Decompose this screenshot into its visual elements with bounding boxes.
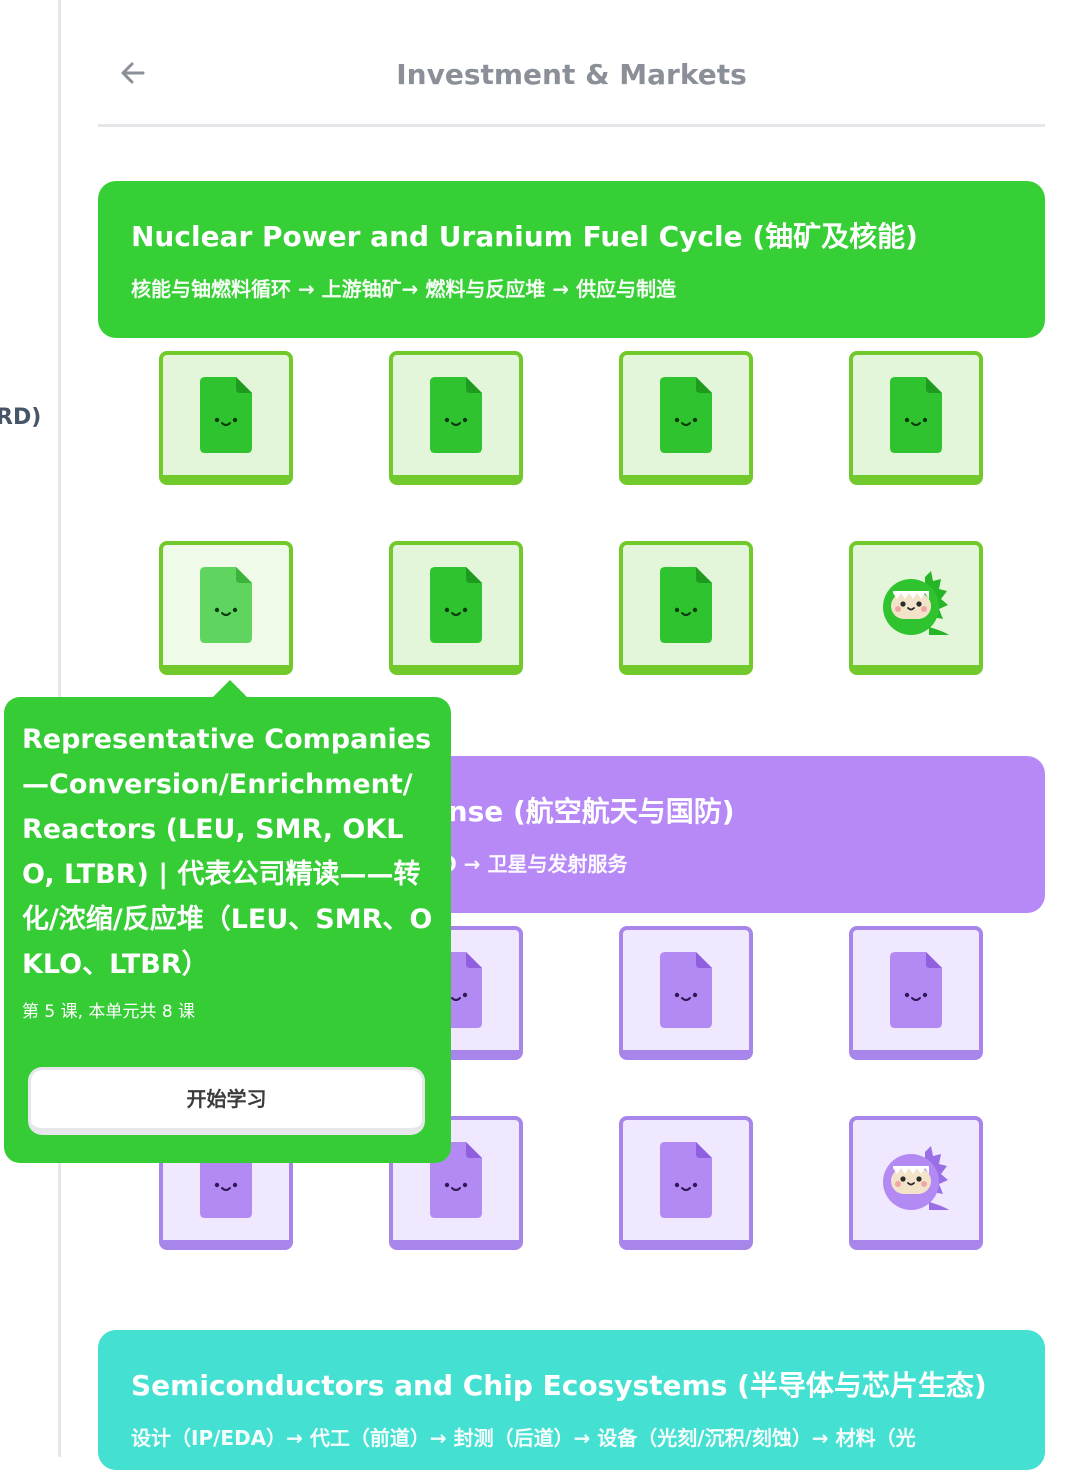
page-header: Investment & Markets — [98, 40, 1045, 127]
unit-subtitle: 核能与铀燃料循环 → 上游铀矿→ 燃料与反应堆 → 供应与制造 — [131, 277, 677, 301]
page-title: Investment & Markets — [396, 58, 747, 91]
unit-banner-nuclear: Nuclear Power and Uranium Fuel Cycle (铀矿… — [98, 181, 1045, 338]
lesson-document-icon — [430, 377, 482, 453]
lesson-document-icon — [200, 567, 252, 643]
lesson-document-icon — [430, 567, 482, 643]
lesson-tile[interactable] — [619, 351, 753, 485]
lesson-tile[interactable] — [849, 926, 983, 1060]
lesson-document-icon — [890, 377, 942, 453]
lesson-tile-current[interactable] — [159, 541, 293, 675]
lesson-tile[interactable] — [389, 541, 523, 675]
popover-lesson-meta: 第 5 课, 本单元共 8 课 — [22, 1002, 196, 1022]
unit-title: Nuclear Power and Uranium Fuel Cycle (铀矿… — [131, 220, 918, 253]
dino-mascot-icon — [883, 571, 949, 635]
lesson-document-icon — [200, 377, 252, 453]
lesson-document-icon — [660, 377, 712, 453]
lesson-tile[interactable] — [619, 541, 753, 675]
lesson-tile[interactable] — [619, 926, 753, 1060]
lesson-document-icon — [660, 567, 712, 643]
lesson-tile[interactable] — [159, 351, 293, 485]
lesson-tile[interactable] — [619, 1116, 753, 1250]
lesson-document-icon — [660, 1142, 712, 1218]
unit-banner-semiconductors: Semiconductors and Chip Ecosystems (半导体与… — [98, 1330, 1045, 1470]
lesson-tile[interactable] — [849, 351, 983, 485]
lesson-document-icon — [660, 952, 712, 1028]
lesson-tile[interactable] — [389, 351, 523, 485]
unit-title: Semiconductors and Chip Ecosystems (半导体与… — [131, 1369, 987, 1402]
sidebar-item-label[interactable]: RD) — [0, 405, 41, 430]
lesson-popover: Representative Companies—Conversion/Enri… — [4, 697, 451, 1163]
popover-arrow — [212, 680, 248, 698]
dino-mascot-icon — [883, 1146, 949, 1210]
unit-review-tile[interactable] — [849, 541, 983, 675]
unit-subtitle: 设计（IP/EDA）→ 代工（前道）→ 封测（后道）→ 设备（光刻/沉积/刻蚀）… — [131, 1426, 916, 1450]
start-lesson-button[interactable]: 开始学习 — [28, 1067, 425, 1135]
popover-title: Representative Companies—Conversion/Enri… — [22, 724, 433, 980]
lesson-document-icon — [890, 952, 942, 1028]
unit-review-tile[interactable] — [849, 1116, 983, 1250]
